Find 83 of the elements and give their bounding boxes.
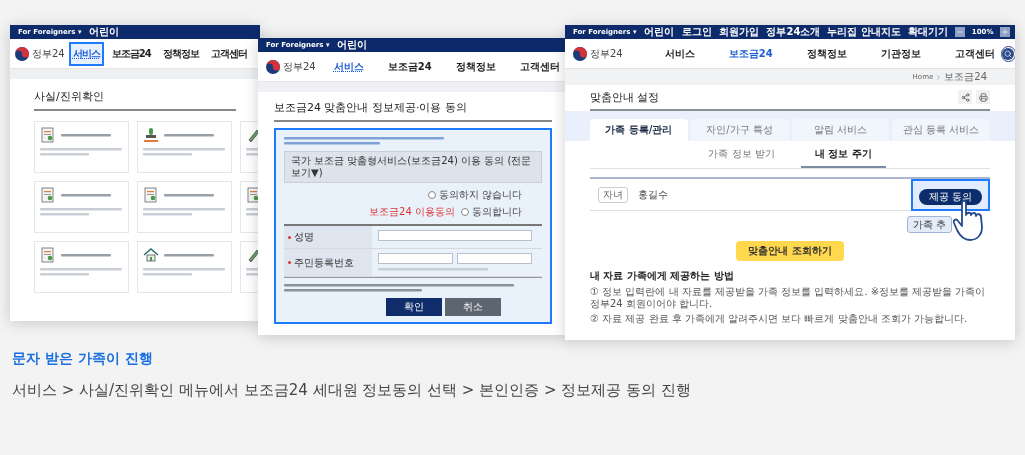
document-icon [40, 247, 56, 263]
top-bar-link[interactable]: 어린이 [89, 25, 120, 39]
form-button[interactable]: 확인 [385, 298, 442, 316]
nav-item[interactable]: 서비스 [327, 54, 370, 79]
field-label: 주민등록번호 [294, 255, 354, 270]
nav-item[interactable]: 정책정보 [800, 41, 853, 66]
service-card[interactable] [34, 241, 129, 293]
document-icon [40, 187, 56, 203]
top-bar-link[interactable]: 어린이 [337, 38, 368, 52]
input-field[interactable] [378, 253, 453, 264]
top-bar-link[interactable]: 누리집 안내지도 [827, 25, 901, 39]
form-button[interactable]: 취소 [444, 298, 501, 316]
nav-item[interactable]: 서비스 [68, 41, 104, 66]
service-card[interactable] [137, 241, 232, 293]
consent-terms-bar[interactable]: 국가 보조금 맞춤형서비스(보조금24) 이용 동의 (전문보기▼) [284, 151, 542, 183]
section-title: 사실/진위확인 [34, 89, 236, 111]
text-lines-drawing [61, 252, 111, 258]
nav-item[interactable]: 보조금24 [381, 54, 438, 79]
share-icon[interactable] [958, 90, 972, 104]
nav-item[interactable]: 보조금24 [722, 41, 779, 66]
logo-text: 정부24 [32, 46, 65, 61]
tab[interactable]: 자인/가구 특성 [690, 119, 789, 141]
guide-heading: 내 자료 가족에게 제공하는 방법 [590, 269, 735, 283]
stamp-icon [143, 127, 159, 143]
service-card[interactable] [137, 121, 232, 173]
top-bar-link[interactable]: 로그인 [682, 25, 713, 39]
lookup-button[interactable]: 맞춤안내 조회하기 [736, 241, 844, 261]
caption-title: 문자 받은 가족이 진행 [12, 350, 154, 368]
top-bar-link[interactable]: 어린이 [644, 25, 675, 39]
caption-steps: 서비스 > 사실/진위확인 메뉴에서 보조금24 세대원 정보동의 선택 > 본인인증 > 정보제공 동의 진행 [12, 381, 1013, 400]
service-card[interactable] [34, 121, 129, 173]
text-lines-drawing [164, 252, 214, 258]
tab[interactable]: 알림 서비스 [791, 119, 890, 141]
nav-item[interactable]: 보조금24 [107, 41, 155, 66]
relation-tag: 자녀 [598, 186, 628, 203]
consent-label: 보조금24 이용동의 [369, 205, 455, 219]
logo-text: 정부24 [283, 59, 316, 74]
top-bar-link[interactable]: 정부24소개 [766, 25, 821, 39]
radio-option[interactable]: 동의합니다 [461, 205, 522, 219]
house-icon [143, 247, 159, 263]
document-icon [40, 127, 56, 143]
add-family-button[interactable]: 가족 추 [906, 216, 952, 233]
text-lines-drawing [61, 192, 111, 198]
page-title: 보조금24 맞춤안내 정보제공·이용 동의 [274, 100, 552, 122]
nav-item[interactable]: 서비스 [658, 41, 701, 66]
family-name: 홍길수 [638, 187, 668, 202]
text-lines-drawing [61, 132, 111, 138]
pen-icon [246, 127, 260, 143]
guide-note: ① 정보 입력란에 내 자료를 제공받을 가족 정보를 입력하세요. ※정보를 제공받을 가족이 정부24 회원이어야 합니다. [590, 286, 987, 310]
text-lines-drawing [164, 132, 214, 138]
consent-button[interactable]: 제공 동의 [918, 188, 982, 205]
nav-item[interactable]: 정책정보 [449, 54, 502, 79]
breadcrumb-link[interactable]: 보조금24 [944, 70, 987, 84]
page-title: 맞춤안내 설정 [590, 89, 660, 105]
input-field[interactable] [378, 230, 532, 241]
service-card[interactable] [137, 181, 232, 233]
field-label: 성명 [294, 230, 314, 244]
guide-note: ② 자료 제공 완료 후 가족에게 알려주시면 보다 빠르게 맞춤안내 조회가 가능합니다. [590, 313, 969, 325]
tab[interactable]: 가족 등록/관리 [590, 119, 688, 141]
text-lines-drawing [164, 192, 214, 198]
tab[interactable]: 관심 등록 서비스 [892, 119, 990, 141]
logo-text: 정부24 [590, 46, 623, 61]
pen-icon [246, 247, 260, 263]
logo-icon [15, 46, 29, 61]
chevron-icon [935, 73, 943, 81]
logo-icon [266, 59, 280, 74]
top-bar-link[interactable]: 회원가입 [719, 25, 760, 39]
nav-item[interactable]: 고객센터 [513, 54, 566, 79]
zoom-out-icon[interactable] [954, 27, 965, 37]
service-card[interactable] [34, 181, 129, 233]
radio-option[interactable]: 동의하지 않습니다 [427, 188, 522, 202]
sub-tab[interactable]: 가족 정보 받기 [694, 141, 789, 168]
nav-item[interactable]: 고객센터 [206, 41, 251, 66]
print-icon[interactable] [976, 90, 990, 104]
zoom-in-icon[interactable] [1000, 27, 1011, 37]
logo-icon [573, 46, 587, 61]
document-icon [143, 187, 159, 203]
nav-item[interactable]: 정책정보 [158, 41, 203, 66]
sub-tab[interactable]: 내 정보 주기 [800, 141, 886, 168]
nav-item[interactable]: 기관정보 [874, 41, 927, 66]
input-field[interactable] [457, 253, 532, 264]
top-bar-link[interactable]: 확대기기 [907, 25, 948, 39]
nav-item[interactable]: 고객센터 [948, 41, 1001, 66]
